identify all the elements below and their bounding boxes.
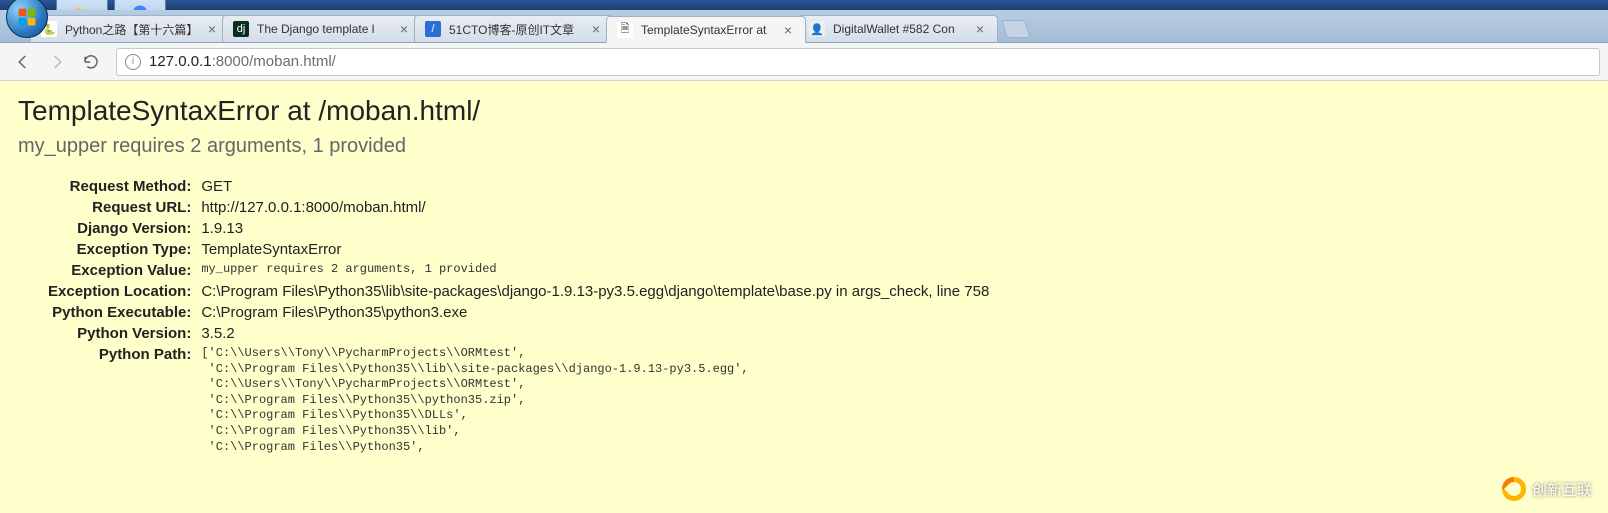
url-path: /moban.html/ <box>249 53 336 70</box>
reload-button[interactable] <box>76 47 106 77</box>
tab-close-icon[interactable]: × <box>781 23 795 37</box>
browser-tab[interactable]: 👤 DigitalWallet #582 Con × <box>798 15 998 42</box>
reload-icon <box>82 53 100 71</box>
meta-value: C:\Program Files\Python35\python3.exe <box>201 302 989 323</box>
tab-title: TemplateSyntaxError at <box>641 23 775 37</box>
meta-label: Exception Location: <box>48 281 201 302</box>
meta-label: Request URL: <box>48 197 201 218</box>
meta-label: Request Method: <box>48 176 201 197</box>
tab-title: 51CTO博客-原创IT文章 <box>449 21 583 38</box>
back-button[interactable] <box>8 47 38 77</box>
site-info-icon[interactable]: i <box>125 54 141 70</box>
meta-label: Python Path: <box>48 344 201 457</box>
tab-close-icon[interactable]: × <box>397 22 411 36</box>
forward-button[interactable] <box>42 47 72 77</box>
tab-title: Python之路【第十六篇】 <box>65 21 199 38</box>
meta-label: Exception Type: <box>48 239 201 260</box>
browser-tab[interactable]: dj The Django template l × <box>222 15 422 42</box>
meta-label: Python Version: <box>48 323 201 344</box>
meta-value: C:\Program Files\Python35\lib\site-packa… <box>201 281 989 302</box>
tab-title: DigitalWallet #582 Con <box>833 22 967 36</box>
meta-value: http://127.0.0.1:8000/moban.html/ <box>201 197 989 218</box>
browser-tab[interactable]: 🗎 TemplateSyntaxError at × <box>606 16 806 43</box>
new-tab-button[interactable] <box>1001 20 1031 38</box>
meta-row: Python Path:['C:\\Users\\Tony\\PycharmPr… <box>48 344 989 457</box>
meta-row: Exception Location:C:\Program Files\Pyth… <box>48 281 989 302</box>
watermark: 创新互联 <box>1502 477 1592 501</box>
error-subheading: my_upper requires 2 arguments, 1 provide… <box>18 135 1598 158</box>
os-titlebar <box>0 0 1608 10</box>
tab-favicon-icon: 🗎 <box>617 22 633 38</box>
tab-title: The Django template l <box>257 22 391 36</box>
meta-row: Request URL:http://127.0.0.1:8000/moban.… <box>48 197 989 218</box>
meta-row: Exception Type:TemplateSyntaxError <box>48 239 989 260</box>
django-error-page: TemplateSyntaxError at /moban.html/ my_u… <box>0 81 1608 513</box>
url-host: 127.0.0.1 <box>149 53 212 70</box>
url-port: :8000 <box>212 53 250 70</box>
windows-logo-icon <box>17 7 37 27</box>
watermark-text: 创新互联 <box>1532 479 1592 500</box>
meta-row: Python Executable:C:\Program Files\Pytho… <box>48 302 989 323</box>
meta-value: 1.9.13 <box>201 218 989 239</box>
meta-row: Python Version:3.5.2 <box>48 323 989 344</box>
address-bar[interactable]: i 127.0.0.1:8000/moban.html/ <box>116 48 1600 76</box>
error-meta-table: Request Method:GETRequest URL:http://127… <box>48 176 989 457</box>
browser-toolbar: i 127.0.0.1:8000/moban.html/ <box>0 43 1608 81</box>
meta-value: 3.5.2 <box>201 323 989 344</box>
tab-favicon-icon: / <box>425 21 441 37</box>
tab-favicon-icon: dj <box>233 21 249 37</box>
meta-row: Django Version:1.9.13 <box>48 218 989 239</box>
error-heading: TemplateSyntaxError at /moban.html/ <box>18 95 1598 127</box>
meta-row: Exception Value:my_upper requires 2 argu… <box>48 260 989 281</box>
meta-value: GET <box>201 176 989 197</box>
arrow-left-icon <box>14 53 32 71</box>
arrow-right-icon <box>48 53 66 71</box>
meta-row: Request Method:GET <box>48 176 989 197</box>
watermark-icon <box>1502 477 1526 501</box>
meta-value: TemplateSyntaxError <box>201 239 989 260</box>
meta-label: Exception Value: <box>48 260 201 281</box>
meta-label: Django Version: <box>48 218 201 239</box>
browser-tab-strip: 🐍Python之路【第十六篇】×djThe Django template l×… <box>0 10 1608 43</box>
tab-close-icon[interactable]: × <box>205 22 219 36</box>
tab-close-icon[interactable]: × <box>589 22 603 36</box>
meta-value: my_upper requires 2 arguments, 1 provide… <box>201 260 989 281</box>
tab-close-icon[interactable]: × <box>973 22 987 36</box>
browser-tab[interactable]: 🐍Python之路【第十六篇】× <box>30 15 230 42</box>
meta-label: Python Executable: <box>48 302 201 323</box>
tab-favicon-icon: 👤 <box>809 21 825 37</box>
browser-tab[interactable]: / 51CTO博客-原创IT文章 × <box>414 15 614 42</box>
meta-value: ['C:\\Users\\Tony\\PycharmProjects\\ORMt… <box>201 344 989 457</box>
